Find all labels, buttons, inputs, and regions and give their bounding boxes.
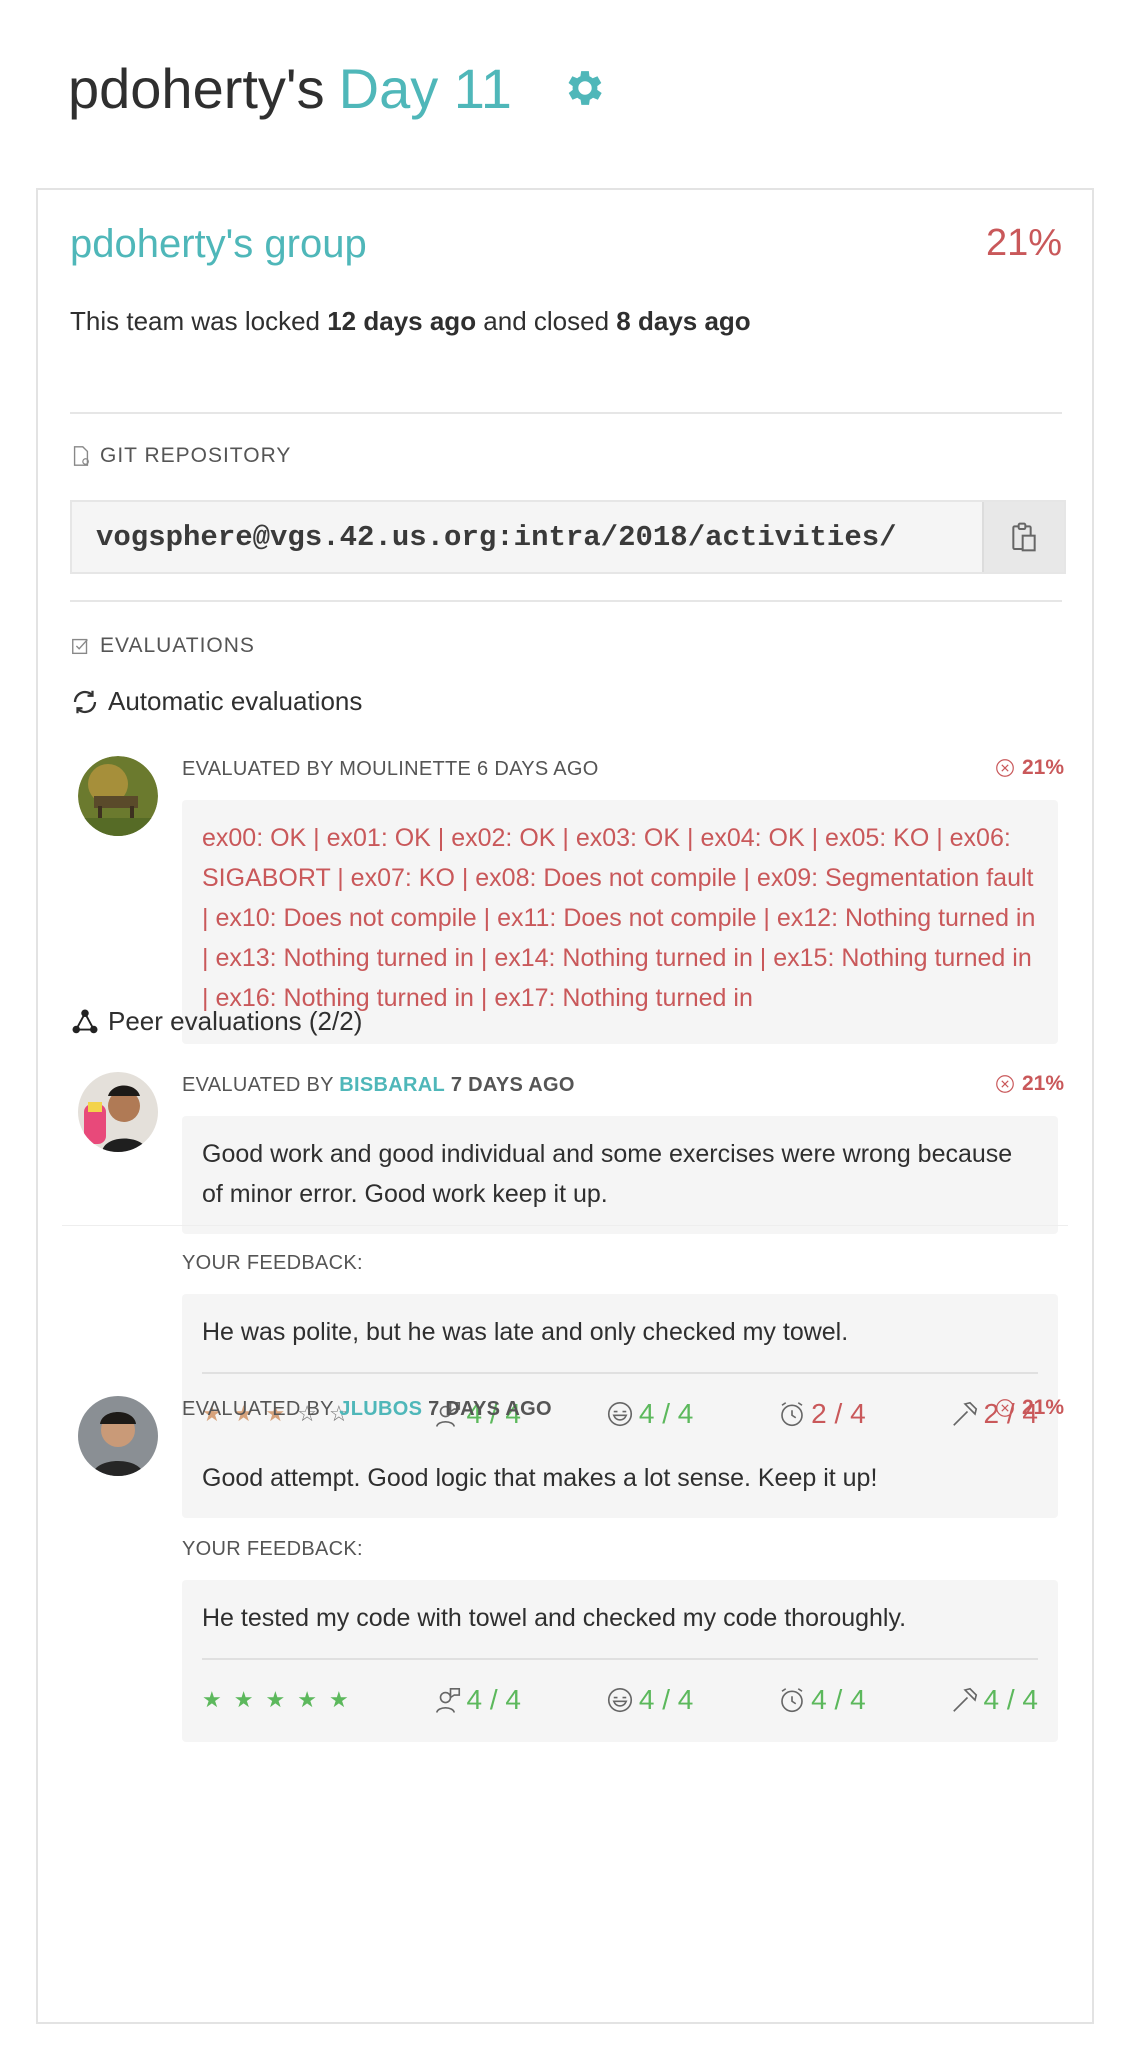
metric-value: 4 / 4 [983, 1684, 1038, 1715]
metric-value: 4 / 4 [811, 1684, 866, 1715]
evaluated-by: EVALUATED BY MOULINETTE 6 DAYS AGO [182, 758, 599, 780]
git-repo-input[interactable] [72, 502, 982, 572]
alarm-clock-icon [781, 1688, 803, 1713]
page-title-user: pdoherty's [68, 56, 325, 120]
star-filled-icon: ★ [265, 1687, 286, 1712]
evaluated-by: EVALUATED BY BISBARAL 7 DAYS AGO [182, 1074, 575, 1097]
peer-title-text: Peer evaluations (2/2) [108, 1006, 363, 1036]
metric-value: 4 / 4 [466, 1684, 521, 1715]
metric-value: 2 / 4 [811, 1398, 866, 1429]
git-repo-field [70, 500, 1066, 574]
hammer-icon [952, 1687, 977, 1712]
page-header: pdoherty's Day 11 [68, 52, 608, 124]
feedback-label: YOUR FEEDBACK: [182, 1538, 363, 1560]
percent-text: 21% [1021, 1072, 1064, 1095]
file-icon [73, 446, 89, 466]
percent-text: 21% [1021, 756, 1064, 779]
avatar[interactable] [78, 756, 158, 836]
feedback-text: He tested my code with towel and checked… [202, 1604, 907, 1632]
evaluation-percent: 21% [994, 1396, 1064, 1420]
closed-ago: 8 days ago [616, 306, 751, 336]
evaluations-section-label: EVALUATIONS [70, 634, 255, 658]
star-filled-icon: ★ [328, 1687, 349, 1712]
divider [70, 412, 1062, 414]
feedback-text: He was polite, but he was late and only … [202, 1318, 849, 1346]
evaluated-ago: 7 DAYS AGO [428, 1398, 552, 1420]
metric-value: 4 / 4 [638, 1684, 694, 1715]
evaluator-login-link[interactable]: JLUBOS [339, 1398, 422, 1420]
metric-rigorous: 4 / 4 [950, 1680, 1038, 1720]
evaluated-ago: 7 DAYS AGO [450, 1074, 575, 1096]
automatic-title-text: Automatic evaluations [108, 686, 363, 716]
feedback-box: He was polite, but he was late and only … [182, 1294, 1058, 1456]
divider [70, 600, 1062, 602]
feedback-label: YOUR FEEDBACK: [182, 1252, 363, 1274]
evaluation-percent: 21% [994, 756, 1064, 780]
evaluated-by-prefix: EVALUATED BY [182, 1398, 340, 1420]
star-filled-icon: ★ [297, 1687, 317, 1712]
peer-evaluations-title: Peer evaluations (2/2) [70, 1006, 362, 1037]
git-label: GIT REPOSITORY [100, 444, 292, 467]
evaluation-comment: Good work and good individual and some e… [182, 1116, 1058, 1234]
percent-text: 21% [1021, 1396, 1064, 1419]
divider [202, 1372, 1038, 1374]
close-circle-icon [996, 1075, 1014, 1093]
divider [202, 1658, 1038, 1660]
locked-ago: 12 days ago [327, 306, 477, 336]
metric-punctuality: 2 / 4 [777, 1394, 866, 1434]
status-text: This team was locked [70, 306, 328, 336]
git-section-label: GIT REPOSITORY [70, 444, 291, 468]
alarm-clock-icon [781, 1402, 803, 1427]
metric-nice: 4 / 4 [605, 1394, 693, 1434]
metric-punctuality: 4 / 4 [777, 1680, 866, 1720]
close-circle-icon [996, 759, 1014, 777]
team-status: This team was locked 12 days ago and clo… [70, 306, 751, 337]
clipboard-icon [1012, 522, 1036, 552]
group-percent: 21% [985, 222, 1062, 264]
rating-row: ★ ★ ★ ★ ★ 4 / 4 4 / 4 4 / 4 4 / 4 [202, 1680, 1038, 1720]
refresh-icon [73, 690, 97, 713]
checkbox-icon [72, 638, 88, 655]
evaluation-comment: Good attempt. Good logic that makes a lo… [182, 1440, 1058, 1518]
copy-button[interactable] [982, 502, 1064, 572]
metric-value: 4 / 4 [638, 1398, 694, 1429]
gear-icon[interactable] [562, 65, 608, 111]
hammer-icon [952, 1401, 977, 1426]
evaluated-by: EVALUATED BY JLUBOS 7 DAYS AGO [182, 1398, 552, 1421]
star-rating: ★ ★ ★ ★ ★ [202, 1680, 349, 1720]
avatar[interactable] [78, 1072, 158, 1152]
group-title[interactable]: pdoherty's group [70, 222, 367, 267]
divider [62, 1225, 1068, 1226]
feedback-box: He tested my code with towel and checked… [182, 1580, 1058, 1742]
evaluations-label: EVALUATIONS [100, 634, 255, 657]
smile-icon [607, 1687, 632, 1713]
page-title-day: Day 11 [338, 56, 512, 120]
metric-interested: 4 / 4 [433, 1680, 521, 1720]
metric-nice: 4 / 4 [605, 1680, 693, 1720]
network-icon [72, 1009, 98, 1033]
smile-icon [607, 1401, 632, 1427]
speech-person-icon [435, 1687, 460, 1713]
automatic-evaluations-title: Automatic evaluations [70, 686, 362, 717]
star-filled-icon: ★ [202, 1687, 222, 1712]
avatar[interactable] [78, 1396, 158, 1476]
evaluated-by-prefix: EVALUATED BY [182, 1074, 340, 1096]
close-circle-icon [996, 1399, 1014, 1417]
star-filled-icon: ★ [233, 1687, 254, 1712]
evaluator-login-link[interactable]: BISBARAL [339, 1074, 445, 1096]
status-text: and closed [476, 306, 617, 336]
evaluation-percent: 21% [994, 1072, 1064, 1096]
team-card: pdoherty's group 21% This team was locke… [36, 188, 1094, 2024]
